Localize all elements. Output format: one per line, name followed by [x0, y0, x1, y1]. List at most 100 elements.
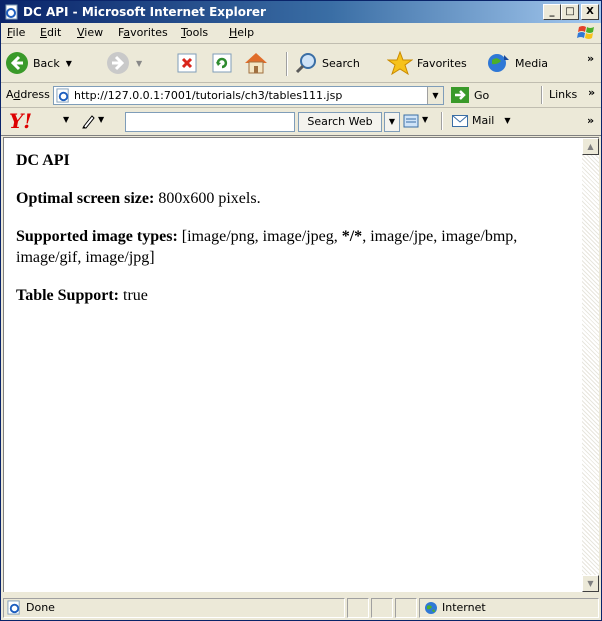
mail-dropdown-icon[interactable]: ▼ [504, 116, 510, 125]
menu-edit-label: dit [46, 26, 62, 39]
mail-label: Mail [472, 114, 495, 127]
image-types-label: Supported image types: [16, 228, 178, 245]
address-separator [541, 86, 543, 104]
status-bar: Done Internet [1, 595, 601, 620]
screen-size-value: 800x600 pixels. [158, 190, 261, 207]
go-arrow-icon [451, 87, 469, 103]
status-privacy-cell [395, 598, 417, 618]
yahoo-search-input[interactable] [125, 112, 295, 132]
menu-tools-label: ools [185, 26, 209, 39]
browser-window: DC API - Microsoft Internet Explorer _ □… [0, 0, 602, 621]
menu-view[interactable]: View [77, 26, 103, 39]
minimize-button[interactable]: _ [543, 4, 561, 20]
mail-envelope-icon [452, 114, 468, 127]
menu-file-label: ile [12, 26, 26, 39]
standard-toolbar: Back ▼ ▼ Search Favorites Media » [1, 44, 601, 83]
menu-favorites-label: vorites [130, 26, 168, 39]
refresh-icon [212, 53, 232, 73]
back-arrow-icon [6, 52, 28, 74]
forward-button[interactable]: ▼ [106, 49, 142, 77]
back-label: Back [33, 56, 60, 70]
status-zone: Internet [442, 601, 486, 614]
favorites-button[interactable]: Favorites [387, 49, 467, 77]
windows-logo-icon [577, 26, 594, 39]
address-input[interactable]: http://127.0.0.1:7001/tutorials/ch3/tabl… [53, 86, 444, 105]
links-button[interactable]: Links [549, 88, 577, 101]
address-label: Address [6, 88, 50, 101]
scroll-down-button[interactable]: ▼ [582, 575, 599, 592]
stop-button[interactable] [176, 49, 198, 77]
menu-bar: File Edit View Favorites Tools Help [1, 23, 601, 44]
yahoo-dropdown-icon[interactable]: ▼ [63, 115, 69, 124]
scroll-up-button[interactable]: ▲ [582, 138, 599, 155]
table-support-value: true [123, 287, 148, 304]
menu-edit[interactable]: Edit [40, 26, 61, 39]
pencil-dropdown-icon[interactable]: ▼ [98, 115, 104, 124]
status-lock-cell [371, 598, 393, 618]
window-title: DC API - Microsoft Internet Explorer [23, 5, 266, 19]
close-button[interactable]: X [581, 4, 599, 20]
yahoo-overflow-chevron[interactable]: » [587, 114, 594, 127]
home-button[interactable] [243, 49, 269, 77]
media-label: Media [515, 56, 549, 70]
status-zone-cell: Internet [419, 598, 599, 618]
page-content: DC API Optimal screen size: 800x600 pixe… [3, 137, 582, 592]
refresh-button[interactable] [211, 49, 233, 77]
menu-edit-accel: E [40, 26, 47, 39]
internet-globe-icon [425, 602, 437, 614]
search-icon [295, 53, 316, 74]
title-bar[interactable]: DC API - Microsoft Internet Explorer _ □… [1, 1, 601, 23]
search-web-dropdown-icon[interactable]: ▼ [384, 112, 400, 132]
address-url: http://127.0.0.1:7001/tutorials/ch3/tabl… [74, 89, 343, 102]
go-label: Go [474, 88, 490, 102]
maximize-button[interactable]: □ [561, 4, 579, 20]
toolbar-separator [286, 52, 288, 76]
yahoo-toolbar: Y! ▼ ▼ Search Web ▼ ▼ Mail ▼ » [1, 108, 601, 136]
back-button[interactable]: Back ▼ [5, 49, 72, 77]
toolbar-overflow-chevron[interactable]: » [587, 52, 594, 65]
menu-help[interactable]: Help [229, 26, 254, 39]
address-bar: Address http://127.0.0.1:7001/tutorials/… [1, 83, 601, 108]
image-types-value-start: [image/png, image/jpeg, [181, 228, 342, 245]
page-ie-icon [56, 88, 69, 103]
menu-favorites[interactable]: Favorites [118, 26, 168, 39]
menu-file[interactable]: File [7, 26, 25, 39]
pencil-icon[interactable] [81, 113, 97, 129]
address-label-rest: dress [20, 88, 50, 101]
page-heading: DC API [16, 152, 70, 169]
highlight-icon[interactable] [403, 113, 421, 129]
table-support-line: Table Support: true [16, 285, 572, 306]
media-button[interactable]: Media [487, 49, 548, 77]
ie-page-icon [5, 4, 18, 20]
favorites-star-icon [387, 51, 413, 75]
highlight-dropdown-icon[interactable]: ▼ [422, 115, 428, 124]
menu-view-label: iew [84, 26, 104, 39]
screen-size-label: Optimal screen size: [16, 190, 155, 207]
media-icon [488, 54, 509, 72]
search-button[interactable]: Search [294, 49, 360, 77]
status-page-icon [7, 600, 20, 615]
favorites-label: Favorites [417, 56, 467, 70]
search-web-button[interactable]: Search Web [298, 112, 382, 132]
status-text-cell: Done [3, 598, 345, 618]
forward-arrow-icon [107, 52, 129, 74]
yahoo-logo[interactable]: Y! [9, 109, 32, 133]
address-dropdown-icon[interactable]: ▼ [427, 87, 443, 104]
image-types-line: Supported image types: [image/png, image… [16, 226, 572, 268]
status-text: Done [26, 601, 55, 614]
menu-tools[interactable]: Tools [181, 26, 208, 39]
screen-size-line: Optimal screen size: 800x600 pixels. [16, 188, 572, 209]
yahoo-separator [441, 112, 443, 130]
menu-help-label: elp [237, 26, 255, 39]
search-label: Search [322, 56, 360, 70]
forward-dropdown-icon[interactable]: ▼ [136, 59, 142, 68]
table-support-label: Table Support: [16, 287, 119, 304]
vertical-scrollbar[interactable]: ▲ ▼ [582, 137, 599, 592]
back-dropdown-icon[interactable]: ▼ [66, 59, 72, 68]
status-progress-cell [347, 598, 369, 618]
go-button[interactable]: Go [451, 87, 489, 103]
links-overflow-chevron[interactable]: » [588, 86, 595, 99]
image-types-wildcard: */* [341, 228, 363, 245]
stop-icon [177, 53, 197, 73]
mail-button[interactable]: Mail ▼ [452, 114, 511, 127]
